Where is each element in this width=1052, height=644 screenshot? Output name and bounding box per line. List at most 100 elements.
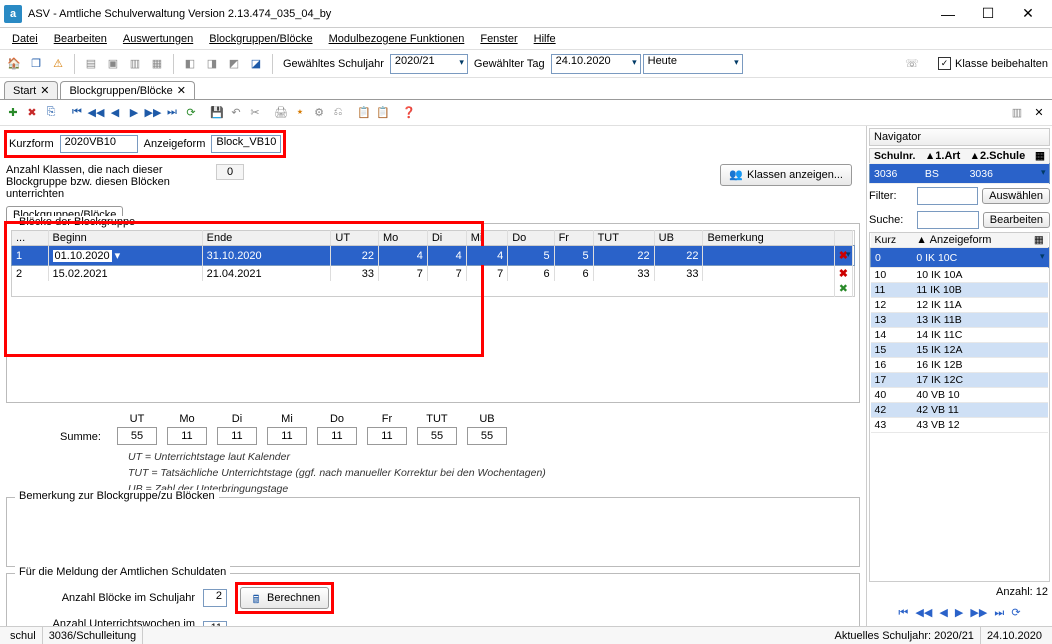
tag-select[interactable]: 24.10.2020 [551, 54, 641, 74]
table-header[interactable]: Mo [379, 231, 428, 246]
suche-input[interactable] [917, 211, 979, 229]
table-header[interactable]: Di [427, 231, 466, 246]
sum-value: 11 [317, 427, 357, 445]
list-item[interactable]: 1616 IK 12B [871, 358, 1049, 373]
nav-paging[interactable]: ⏮ ◀◀ ◀ ▶ ▶▶ ⏭ ⟳ [896, 606, 1022, 620]
navigator-list[interactable]: Kurz ▲ Anzeigeform ▦ 00 IK 10C1010 IK 10… [869, 232, 1050, 582]
sum-value: 11 [367, 427, 407, 445]
menu-bearbeiten[interactable]: Bearbeiten [46, 28, 115, 49]
tool7-icon[interactable]: ◩ [224, 54, 244, 74]
table-row[interactable]: 215.02.202121.04.202133777663333✖ [12, 266, 855, 282]
close-icon[interactable]: ✕ [40, 84, 49, 97]
last-icon[interactable]: ⏭ [163, 104, 181, 122]
tool5-icon[interactable]: ◧ [180, 54, 200, 74]
filter-input[interactable] [917, 187, 978, 205]
group-bloecke: Blöcke der Blockgruppe ...BeginnEndeUTMo… [6, 223, 860, 403]
prev-icon[interactable]: ◀◀ [87, 104, 105, 122]
undo-icon[interactable]: ↶ [227, 104, 245, 122]
list-item[interactable]: 4343 VB 12 [871, 418, 1049, 433]
table-header[interactable]: Mi [466, 231, 507, 246]
maximize-button[interactable]: ☐ [968, 0, 1008, 28]
filter-icon[interactable]: ⚙ [310, 104, 328, 122]
menu-modulfunktionen[interactable]: Modulbezogene Funktionen [321, 28, 473, 49]
clip1-icon[interactable]: 📋 [355, 104, 373, 122]
anzeigeform-input[interactable]: Block_VB10 [211, 135, 281, 153]
save-icon[interactable]: 💾 [208, 104, 226, 122]
next-icon[interactable]: ▶▶ [144, 104, 162, 122]
close-button[interactable]: ✕ [1008, 0, 1048, 28]
list-item[interactable]: 1111 IK 10B [871, 283, 1049, 298]
auswaehlen-button[interactable]: Auswählen [982, 188, 1050, 204]
table-header[interactable]: UB [654, 231, 703, 246]
klassen-anzeigen-button[interactable]: 👥 Klassen anzeigen... [720, 164, 852, 186]
menu-fenster[interactable]: Fenster [472, 28, 525, 49]
bloecke-value[interactable]: 2 [203, 589, 227, 607]
tool1-icon[interactable]: ▤ [81, 54, 101, 74]
delete-row-icon[interactable]: ✖ [839, 268, 848, 280]
copy-icon[interactable]: ⎘ [42, 104, 60, 122]
first-icon[interactable]: ⏮ [68, 104, 86, 122]
heute-select[interactable]: Heute [643, 54, 743, 74]
table-row[interactable]: 101.10.2020 ▾31.10.202022444552222✖ [12, 246, 855, 266]
menu-hilfe[interactable]: Hilfe [526, 28, 564, 49]
kurzform-input[interactable]: 2020VB10 [60, 135, 138, 153]
minimize-button[interactable]: — [928, 0, 968, 28]
berechnen-button[interactable]: 🖩 Berechnen [240, 587, 329, 609]
tool6-icon[interactable]: ◨ [202, 54, 222, 74]
wochen-label: Anzahl Unterrichtswochen im Schuljahr [15, 618, 195, 626]
tool2-icon[interactable]: ▣ [103, 54, 123, 74]
list-item[interactable]: 4242 VB 11 [871, 403, 1049, 418]
close-inner-icon[interactable]: ✕ [1030, 104, 1048, 122]
tool3-icon[interactable]: ▥ [125, 54, 145, 74]
menu-auswertungen[interactable]: Auswertungen [115, 28, 201, 49]
toggle-nav-icon[interactable]: ▥ [1008, 104, 1026, 122]
list-item[interactable]: 1212 IK 11A [871, 298, 1049, 313]
table-header[interactable]: Fr [554, 231, 593, 246]
window-icon[interactable]: ❐ [26, 54, 46, 74]
tool8-icon[interactable]: ◪ [246, 54, 266, 74]
close-icon[interactable]: ✕ [177, 84, 186, 97]
list-item[interactable]: 1717 IK 12C [871, 373, 1049, 388]
table-header[interactable]: ... [12, 231, 49, 246]
calc-icon: 🖩 [249, 591, 263, 605]
back-icon[interactable]: ◀ [106, 104, 124, 122]
status-schuljahr: Aktuelles Schuljahr: 2020/21 [829, 627, 981, 644]
menu-datei[interactable]: Datei [4, 28, 46, 49]
table-header[interactable]: Do [508, 231, 554, 246]
add-row-icon[interactable]: ✖ [839, 283, 848, 295]
home-icon[interactable]: 🏠 [4, 54, 24, 74]
print-icon[interactable]: 🖨 [272, 104, 290, 122]
navigator-schools[interactable]: Schulnr. ▲1.Art ▲2.Schule ▦ 3036 BS 3036 [869, 148, 1050, 184]
tab-start[interactable]: Start✕ [4, 81, 58, 99]
list-item[interactable]: 1313 IK 11B [871, 313, 1049, 328]
blocks-table[interactable]: ...BeginnEndeUTMoDiMiDoFrTUTUBBemerkung … [11, 230, 855, 297]
list-item[interactable]: 4040 VB 10 [871, 388, 1049, 403]
warning-icon[interactable]: ⚠ [48, 54, 68, 74]
tool4-icon[interactable]: ▦ [147, 54, 167, 74]
table-header[interactable]: Ende [202, 231, 331, 246]
table-header[interactable]: TUT [593, 231, 654, 246]
tab-blockgruppen[interactable]: Blockgruppen/Blöcke✕ [60, 81, 195, 99]
cut-icon[interactable]: ✂ [246, 104, 264, 122]
new-icon[interactable]: ✚ [4, 104, 22, 122]
help-icon[interactable]: ❓ [400, 104, 418, 122]
bearbeiten-button[interactable]: Bearbeiten [983, 212, 1050, 228]
klasse-beibehalten-checkbox[interactable]: ☏ ✓ Klasse beibehalten [902, 54, 1048, 74]
table-header[interactable]: Bemerkung [703, 231, 834, 246]
delete-row-icon[interactable]: ✖ [839, 250, 848, 262]
list-item[interactable]: 1414 IK 11C [871, 328, 1049, 343]
schuljahr-select[interactable]: 2020/21 [390, 54, 468, 74]
tool-icon[interactable]: ⎌ [329, 104, 347, 122]
list-item[interactable]: 1010 IK 10A [871, 268, 1049, 283]
star-icon[interactable]: ⭑ [291, 104, 309, 122]
list-item[interactable]: 1515 IK 12A [871, 343, 1049, 358]
table-header[interactable]: UT [331, 231, 379, 246]
clip2-icon[interactable]: 📋 [374, 104, 392, 122]
delete-icon[interactable]: ✖ [23, 104, 41, 122]
refresh-icon[interactable]: ⟳ [182, 104, 200, 122]
phone-icon[interactable]: ☏ [902, 54, 922, 74]
list-item[interactable]: 00 IK 10C [871, 248, 1049, 268]
menu-blockgruppen[interactable]: Blockgruppen/Blöcke [201, 28, 320, 49]
fwd-icon[interactable]: ▶ [125, 104, 143, 122]
table-header[interactable]: Beginn [48, 231, 202, 246]
